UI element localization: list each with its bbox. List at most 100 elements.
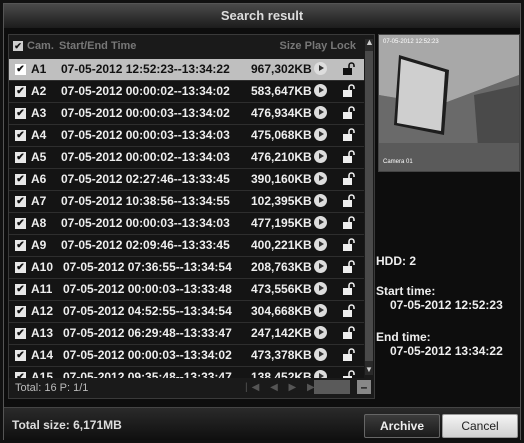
table-row[interactable]: ✔ A8 07-05-2012 00:00:03--13:34:03 477,195K…	[9, 213, 364, 235]
unlock-icon[interactable]	[342, 216, 356, 230]
table-row[interactable]: ✔ A14 07-05-2012 00:00:03--13:34:02 473,378…	[9, 345, 364, 367]
row-size: 247,142KB	[251, 326, 312, 340]
total-size-label: Total size: 6,171MB	[12, 418, 122, 432]
unlock-icon[interactable]	[342, 238, 356, 252]
row-start-end-time: 07-05-2012 00:00:03--13:34:02	[63, 348, 232, 362]
table-row[interactable]: ✔ A6 07-05-2012 02:27:46--13:33:45 390,160K…	[9, 169, 364, 191]
table-row[interactable]: ✔ A12 07-05-2012 04:52:55--13:34:54 304,668…	[9, 301, 364, 323]
row-cam: A11	[31, 282, 53, 296]
unlock-icon[interactable]	[342, 84, 356, 98]
recording-info: HDD: 2 Start time: 07-05-2012 12:52:23 E…	[376, 254, 503, 358]
row-cam: A10	[31, 260, 54, 274]
play-icon[interactable]	[314, 326, 327, 339]
row-checkbox[interactable]: ✔	[15, 152, 26, 163]
table-row[interactable]: ✔ A2 07-05-2012 00:00:02--13:34:02 583,647K…	[9, 81, 364, 103]
unlock-icon[interactable]	[342, 304, 356, 318]
play-icon[interactable]	[314, 304, 327, 317]
row-checkbox[interactable]: ✔	[15, 130, 26, 141]
play-icon[interactable]	[314, 128, 327, 141]
play-icon[interactable]	[314, 348, 327, 361]
table-row[interactable]: ✔ A9 07-05-2012 02:09:46--13:33:45 400,221K…	[9, 235, 364, 257]
row-cam: A14	[31, 348, 54, 362]
row-size: 477,195KB	[251, 216, 312, 230]
row-checkbox[interactable]: ✔	[15, 284, 26, 295]
row-checkbox[interactable]: ✔	[15, 240, 26, 251]
footer-bar: Total size: 6,171MB Archive Cancel	[4, 407, 520, 440]
unlock-icon[interactable]	[342, 62, 356, 76]
video-preview[interactable]: 07-05-2012 12:52:23 Camera 01	[378, 34, 520, 172]
row-start-end-time: 07-05-2012 02:27:46--13:33:45	[61, 172, 230, 186]
list-scrollbar[interactable]: ▲ ▼	[365, 37, 374, 375]
list-header: ✔ Cam. Start/End Time Size Play Lock	[9, 35, 364, 57]
end-time-label: End time:	[376, 330, 431, 344]
table-row[interactable]: ✔ A4 07-05-2012 00:00:03--13:34:03 475,068K…	[9, 125, 364, 147]
archive-button[interactable]: Archive	[364, 414, 440, 438]
unlock-icon[interactable]	[342, 172, 356, 186]
unlock-icon[interactable]	[342, 326, 356, 340]
unlock-icon[interactable]	[342, 128, 356, 142]
play-icon[interactable]	[314, 238, 327, 251]
row-checkbox[interactable]: ✔	[15, 306, 26, 317]
play-icon[interactable]	[314, 62, 327, 75]
search-result-window: Search result ✔ Cam. Start/End Time Size…	[3, 3, 521, 440]
table-row[interactable]: ✔ A11 07-05-2012 00:00:03--13:33:48 473,556…	[9, 279, 364, 301]
unlock-icon[interactable]	[342, 150, 356, 164]
unlock-icon[interactable]	[342, 194, 356, 208]
play-icon[interactable]	[314, 150, 327, 163]
row-checkbox[interactable]: ✔	[15, 86, 26, 97]
start-time-label: Start time:	[376, 284, 436, 298]
row-checkbox[interactable]: ✔	[15, 108, 26, 119]
total-pages-label: Total: 16 P: 1/1	[15, 382, 89, 394]
row-cam: A12	[31, 304, 54, 318]
unlock-icon[interactable]	[342, 106, 356, 120]
unlock-icon[interactable]	[342, 282, 356, 296]
hdd-label: HDD: 2	[376, 254, 417, 268]
row-size: 475,068KB	[251, 128, 312, 142]
recording-rows: ✔ A1 07-05-2012 12:52:23--13:34:22 967,302K…	[9, 59, 364, 389]
play-icon[interactable]	[314, 216, 327, 229]
row-start-end-time: 07-05-2012 10:38:56--13:34:55	[61, 194, 230, 208]
unlock-icon[interactable]	[342, 260, 356, 274]
page-input[interactable]	[314, 380, 350, 394]
play-icon[interactable]	[314, 282, 327, 295]
collapse-icon[interactable]: –	[357, 380, 371, 394]
play-icon[interactable]	[314, 260, 327, 273]
play-icon[interactable]	[314, 106, 327, 119]
row-start-end-time: 07-05-2012 00:00:02--13:34:02	[61, 84, 230, 98]
row-size: 476,210KB	[251, 150, 312, 164]
table-row[interactable]: ✔ A7 07-05-2012 10:38:56--13:34:55 102,395K…	[9, 191, 364, 213]
table-row[interactable]: ✔ A3 07-05-2012 00:00:03--13:34:02 476,934K…	[9, 103, 364, 125]
table-row[interactable]: ✔ A10 07-05-2012 07:36:55--13:34:54 208,763…	[9, 257, 364, 279]
header-lock: Lock	[330, 40, 356, 52]
end-time-value: 07-05-2012 13:34:22	[390, 344, 503, 358]
play-icon[interactable]	[314, 194, 327, 207]
row-checkbox[interactable]: ✔	[15, 174, 26, 185]
row-cam: A9	[31, 238, 47, 252]
row-size: 476,934KB	[251, 106, 312, 120]
camera-frame-image	[379, 35, 519, 171]
row-checkbox[interactable]: ✔	[15, 328, 26, 339]
row-start-end-time: 07-05-2012 12:52:23--13:34:22	[61, 62, 230, 76]
row-size: 102,395KB	[251, 194, 312, 208]
header-play: Play	[304, 40, 328, 52]
scroll-down-icon[interactable]: ▼	[365, 365, 373, 375]
row-checkbox[interactable]: ✔	[15, 64, 26, 75]
preview-timestamp: 07-05-2012 12:52:23	[383, 39, 439, 45]
row-checkbox[interactable]: ✔	[15, 218, 26, 229]
table-row[interactable]: ✔ A1 07-05-2012 12:52:23--13:34:22 967,302K…	[9, 59, 364, 81]
row-checkbox[interactable]: ✔	[15, 196, 26, 207]
scroll-up-icon[interactable]: ▲	[365, 37, 374, 47]
table-row[interactable]: ✔ A13 07-05-2012 06:29:48--13:33:47 247,142…	[9, 323, 364, 345]
scroll-thumb[interactable]	[365, 51, 373, 361]
play-icon[interactable]	[314, 172, 327, 185]
cancel-button[interactable]: Cancel	[442, 414, 518, 438]
select-all-checkbox[interactable]: ✔	[13, 41, 23, 51]
row-checkbox[interactable]: ✔	[15, 262, 26, 273]
row-cam: A8	[31, 216, 47, 230]
row-checkbox[interactable]: ✔	[15, 350, 26, 361]
table-row[interactable]: ✔ A5 07-05-2012 00:00:02--13:34:03 476,210K…	[9, 147, 364, 169]
row-start-end-time: 07-05-2012 00:00:03--13:33:48	[63, 282, 232, 296]
unlock-icon[interactable]	[342, 348, 356, 362]
row-cam: A5	[31, 150, 47, 164]
play-icon[interactable]	[314, 84, 327, 97]
